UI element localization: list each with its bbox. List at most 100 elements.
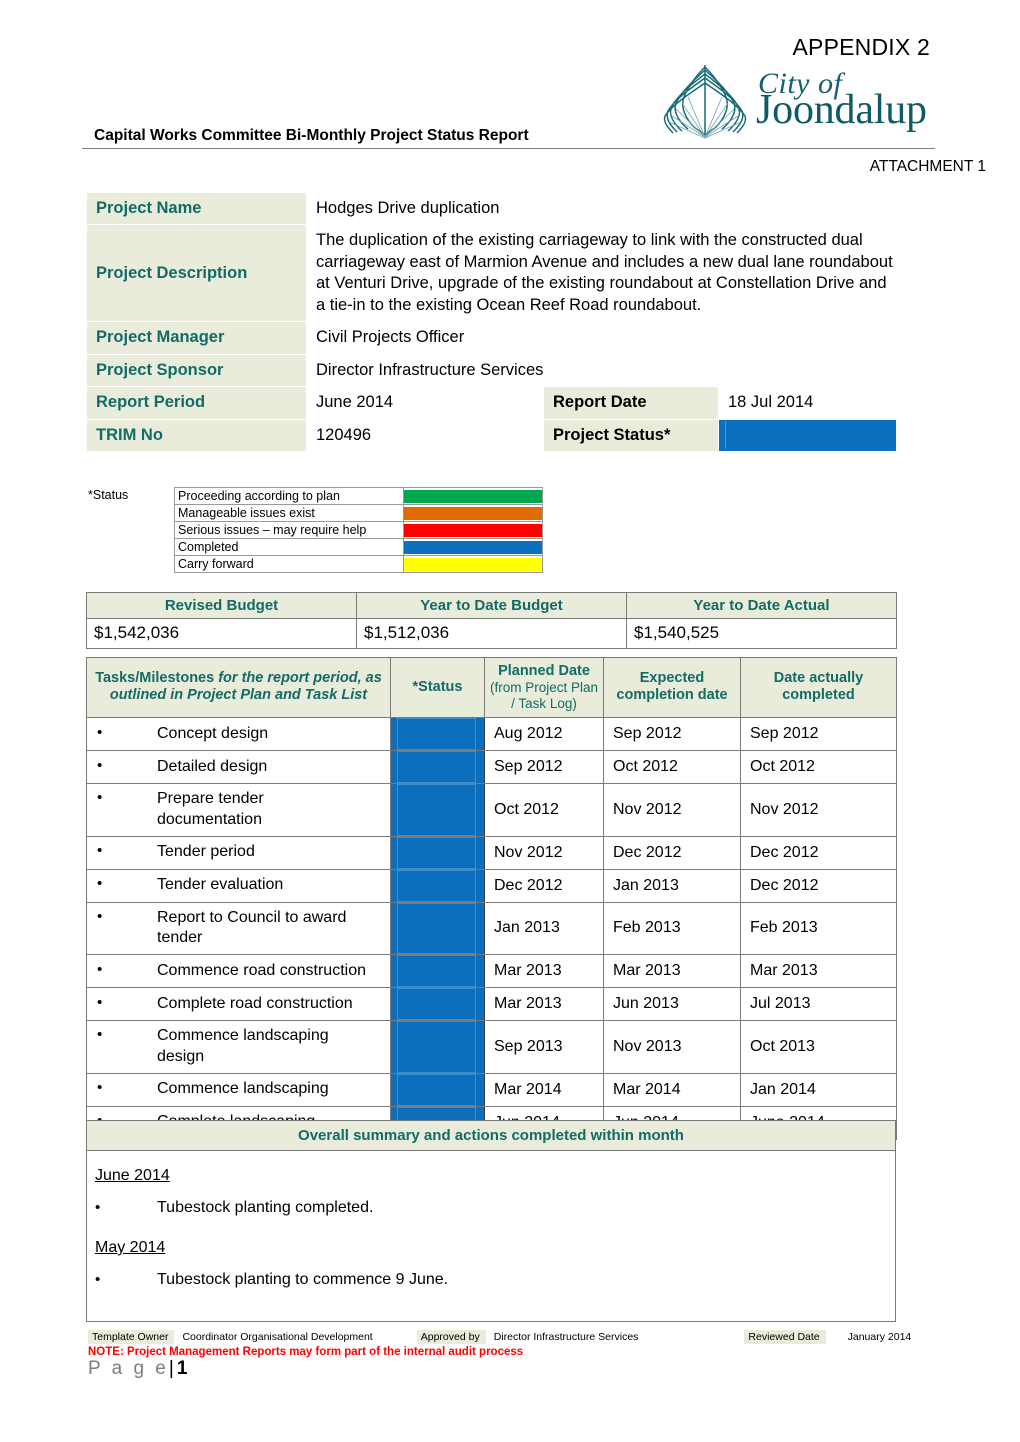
city-of-joondalup-logo: City of Joondalup <box>662 60 932 140</box>
bullet-icon: • <box>97 723 103 741</box>
report-date-value: 18 Jul 2014 <box>717 386 898 420</box>
revised-budget-header: Revised Budget <box>86 592 357 619</box>
task-expected-date: Mar 2013 <box>603 954 741 989</box>
expected-completion-header: Expected completion date <box>603 657 741 718</box>
page-word: P a g e <box>88 1358 169 1379</box>
status-header: *Status <box>390 657 485 718</box>
bullet-icon: • <box>97 875 103 893</box>
logo-joondalup-text: Joondalup <box>756 87 927 134</box>
task-expected-date: Jan 2013 <box>603 868 741 903</box>
status-legend-table: Proceeding according to plan Manageable … <box>174 487 543 573</box>
task-expected-date: Feb 2013 <box>603 901 741 956</box>
legend-text: Manageable issues exist <box>174 504 404 522</box>
tasks-header-main: Tasks/Milestones <box>95 670 215 687</box>
task-status-swatch <box>397 869 476 902</box>
project-sponsor-value: Director Infrastructure Services <box>305 353 898 388</box>
table-row: Project Manager Civil Projects Officer <box>86 321 898 355</box>
bullet-icon: • <box>95 1199 101 1216</box>
page-footer: Template Owner Coordinator Organisationa… <box>88 1330 928 1358</box>
task-expected-date: Dec 2012 <box>603 835 741 870</box>
task-actual-date: Feb 2013 <box>740 901 897 956</box>
tasks-milestones-header: Tasks/Milestones for the report period, … <box>86 657 391 718</box>
summary-item-text: Tubestock planting to commence 9 June. <box>157 1271 449 1288</box>
task-actual-date: Jan 2014 <box>740 1072 897 1107</box>
table-row: • Commence landscaping design Sep 2013 No… <box>86 1020 897 1074</box>
bullet-icon: • <box>95 1271 101 1288</box>
table-row: • Prepare tender documentation Oct 2012 N… <box>86 782 897 837</box>
reviewed-date-value: January 2014 <box>847 1331 912 1343</box>
legend-swatch-green <box>403 487 543 505</box>
list-item: Serious issues – may require help <box>174 521 543 539</box>
page-number-value: 1 <box>176 1358 188 1379</box>
document-page: APPENDIX 2 City of Joondalup Capital Wor… <box>0 0 1020 1442</box>
project-description-label: Project Description <box>86 224 307 323</box>
task-status-swatch <box>397 783 476 836</box>
list-item: Carry forward <box>174 555 543 573</box>
project-status-label: Project Status* <box>543 418 719 452</box>
summary-item-text: Tubestock planting completed. <box>157 1199 374 1216</box>
table-row: • Report to Council to award tender Jan 2… <box>86 901 897 956</box>
table-row: $1,542,036 $1,512,036 $1,540,525 <box>86 618 897 649</box>
task-status-cell <box>390 954 485 989</box>
summary-month-heading: May 2014 <box>95 1239 166 1256</box>
task-status-cell <box>390 868 485 903</box>
planned-date-header: Planned Date (from Project Plan / Task L… <box>484 657 604 718</box>
tasks-milestones-table: Tasks/Milestones for the report period, … <box>86 657 897 1140</box>
task-planned-date: Oct 2012 <box>484 782 604 837</box>
legend-swatch-orange <box>403 504 543 522</box>
table-row: • Complete road construction Mar 2013 Jun… <box>86 987 897 1022</box>
page-separator: | <box>168 1358 177 1379</box>
task-name-cell: • Commence road construction <box>86 954 391 989</box>
task-status-cell <box>390 901 485 956</box>
task-name-cell: • Detailed design <box>86 749 391 784</box>
template-owner-label: Template Owner <box>88 1330 175 1344</box>
task-planned-date: Sep 2012 <box>484 749 604 784</box>
task-actual-date: Dec 2012 <box>740 835 897 870</box>
list-item: Completed <box>174 538 543 556</box>
approved-by-value: Director Infrastructure Services <box>493 1331 639 1343</box>
summary-month-heading: June 2014 <box>95 1167 170 1184</box>
table-row: • Detailed design Sep 2012 Oct 2012 Oct 2… <box>86 749 897 784</box>
task-planned-date: Nov 2012 <box>484 835 604 870</box>
report-date-label: Report Date <box>543 386 719 420</box>
task-status-swatch <box>397 1073 476 1106</box>
table-row: Report Period June 2014 Report Date 18 J… <box>86 386 898 420</box>
task-actual-date: Jul 2013 <box>740 987 897 1022</box>
task-label: Commence road construction <box>157 961 366 979</box>
attachment-label: ATTACHMENT 1 <box>869 158 986 175</box>
task-status-swatch <box>397 988 476 1021</box>
table-header-row: Tasks/Milestones for the report period, … <box>86 657 897 718</box>
task-expected-date: Mar 2014 <box>603 1072 741 1107</box>
project-name-value: Hodges Drive duplication <box>305 191 898 226</box>
legend-swatch-blue <box>403 538 543 556</box>
project-name-label: Project Name <box>86 191 307 226</box>
report-period-value: June 2014 <box>306 386 544 420</box>
footer-note: NOTE: Project Management Reports may for… <box>88 1346 524 1358</box>
project-manager-label: Project Manager <box>86 321 307 355</box>
appendix-label: APPENDIX 2 <box>792 34 930 60</box>
task-status-cell <box>390 749 485 784</box>
project-sponsor-label: Project Sponsor <box>86 353 307 388</box>
task-label: Tender evaluation <box>157 876 284 894</box>
ytd-actual-header: Year to Date Actual <box>626 592 897 619</box>
bullet-icon: • <box>97 788 103 806</box>
task-status-swatch <box>397 750 476 783</box>
table-header-row: Revised Budget Year to Date Budget Year … <box>86 592 897 619</box>
project-description-value: The duplication of the existing carriage… <box>305 224 898 323</box>
bullet-icon: • <box>97 756 103 774</box>
task-actual-date: Nov 2012 <box>740 782 897 837</box>
bullet-icon: • <box>97 907 103 925</box>
task-expected-date: Oct 2012 <box>603 749 741 784</box>
palm-fan-logo-icon <box>663 65 747 139</box>
overall-summary-table: Overall summary and actions completed wi… <box>86 1120 896 1322</box>
task-actual-date: Mar 2013 <box>740 954 897 989</box>
task-name-cell: • Report to Council to award tender <box>86 901 391 956</box>
task-status-swatch <box>397 717 476 750</box>
summary-list-item: • Tubestock planting to commence 9 June. <box>95 1271 895 1289</box>
budget-table: Revised Budget Year to Date Budget Year … <box>86 592 897 649</box>
legend-swatch-yellow <box>403 555 543 573</box>
task-status-cell <box>390 782 485 837</box>
task-planned-date: Dec 2012 <box>484 868 604 903</box>
task-expected-date: Nov 2013 <box>603 1020 741 1074</box>
task-name-cell: • Commence landscaping <box>86 1072 391 1107</box>
